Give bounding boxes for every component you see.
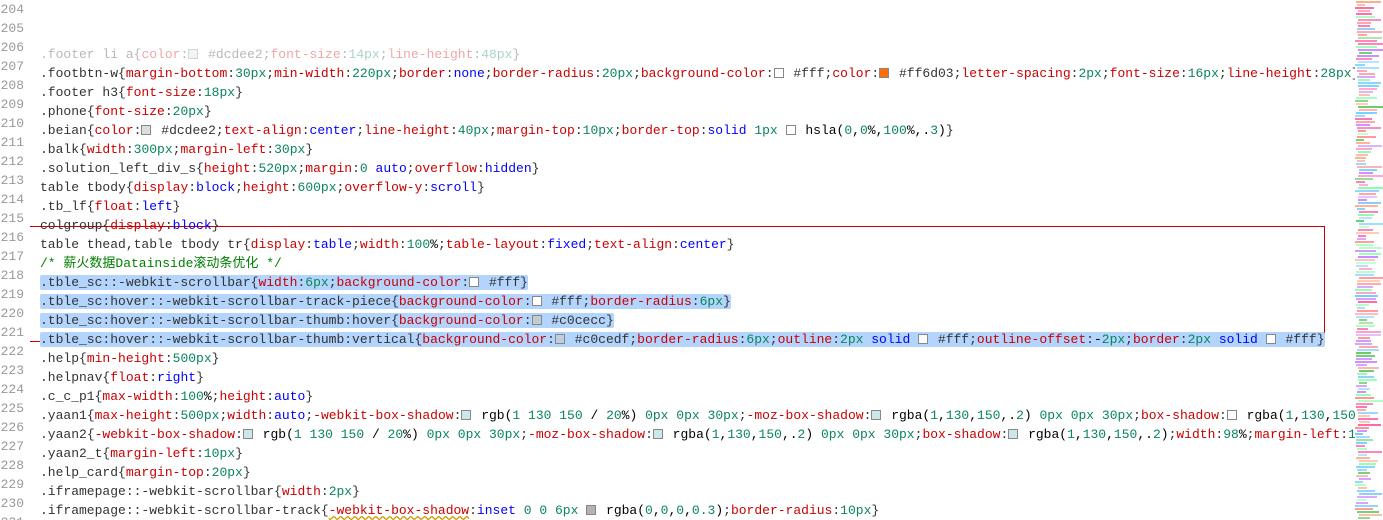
line-number: 213: [0, 171, 24, 190]
code-line[interactable]: .tb_lf{float:left}: [40, 197, 1355, 216]
code-line[interactable]: .yaan2_t{margin-left:10px}: [40, 444, 1355, 463]
line-number: 220: [0, 304, 24, 323]
line-number: 205: [0, 19, 24, 38]
line-number: 225: [0, 399, 24, 418]
line-number: 224: [0, 380, 24, 399]
code-line[interactable]: .yaan2{-webkit-box-shadow: rgb(1 130 150…: [40, 425, 1355, 444]
code-line[interactable]: .help_card{margin-top:20px}: [40, 463, 1355, 482]
code-line[interactable]: /* 薪火数据Datainside滚动条优化 */: [40, 254, 1355, 273]
line-number: 214: [0, 190, 24, 209]
code-line[interactable]: colgroup{display:block}: [40, 216, 1355, 235]
line-number: 216: [0, 228, 24, 247]
line-number: 215: [0, 209, 24, 228]
line-number: 206: [0, 38, 24, 57]
code-line[interactable]: .solution_left_div_s{height:520px;margin…: [40, 159, 1355, 178]
line-number: 219: [0, 285, 24, 304]
line-number: 218: [0, 266, 24, 285]
line-number: 228: [0, 456, 24, 475]
code-line[interactable]: .yaan1{max-height:500px;width:auto;-webk…: [40, 406, 1355, 425]
code-area[interactable]: .footer li a{color: #dcdee2;font-size:14…: [30, 0, 1355, 520]
line-gutter: 2042052062072082092102112122132142152162…: [0, 0, 30, 520]
code-line[interactable]: .tble_sc:hover::-webkit-scrollbar-track-…: [40, 292, 1355, 311]
line-number: 223: [0, 361, 24, 380]
code-line[interactable]: .iframepage::-webkit-scrollbar-track{-we…: [40, 501, 1355, 520]
line-number: 221: [0, 323, 24, 342]
line-number: 222: [0, 342, 24, 361]
code-line[interactable]: .help{min-height:500px}: [40, 349, 1355, 368]
line-number: 210: [0, 114, 24, 133]
code-line[interactable]: .phone{font-size:20px}: [40, 102, 1355, 121]
code-line[interactable]: .balk{width:300px;margin-left:30px}: [40, 140, 1355, 159]
line-number: 204: [0, 0, 24, 19]
code-line[interactable]: .footer h3{font-size:18px}: [40, 83, 1355, 102]
code-editor[interactable]: 2042052062072082092102112122132142152162…: [0, 0, 1383, 520]
code-line[interactable]: .tble_sc:hover::-webkit-scrollbar-thumb:…: [40, 330, 1355, 349]
code-line[interactable]: .tble_sc::-webkit-scrollbar{width:6px;ba…: [40, 273, 1355, 292]
line-number: 229: [0, 475, 24, 494]
code-line[interactable]: .footbtn-w{margin-bottom:30px;min-width:…: [40, 64, 1355, 83]
line-number: 230: [0, 494, 24, 513]
line-number: 207: [0, 57, 24, 76]
line-number: 227: [0, 437, 24, 456]
line-number: 208: [0, 76, 24, 95]
code-line[interactable]: .helpnav{float:right}: [40, 368, 1355, 387]
line-number: 209: [0, 95, 24, 114]
line-number: 212: [0, 152, 24, 171]
code-line[interactable]: table tbody{display:block;height:600px;o…: [40, 178, 1355, 197]
minimap[interactable]: [1355, 0, 1383, 520]
code-line[interactable]: .beian{color: #dcdee2;text-align:center;…: [40, 121, 1355, 140]
code-line[interactable]: table thead,table tbody tr{display:table…: [40, 235, 1355, 254]
code-line[interactable]: .iframepage::-webkit-scrollbar{width:2px…: [40, 482, 1355, 501]
line-number: 211: [0, 133, 24, 152]
code-line[interactable]: .footer li a{color: #dcdee2;font-size:14…: [40, 45, 1355, 64]
line-number: 217: [0, 247, 24, 266]
line-number: 231: [0, 513, 24, 520]
code-line[interactable]: .tble_sc:hover::-webkit-scrollbar-thumb:…: [40, 311, 1355, 330]
code-line[interactable]: .c_c_p1{max-width:100%;height:auto}: [40, 387, 1355, 406]
line-number: 226: [0, 418, 24, 437]
